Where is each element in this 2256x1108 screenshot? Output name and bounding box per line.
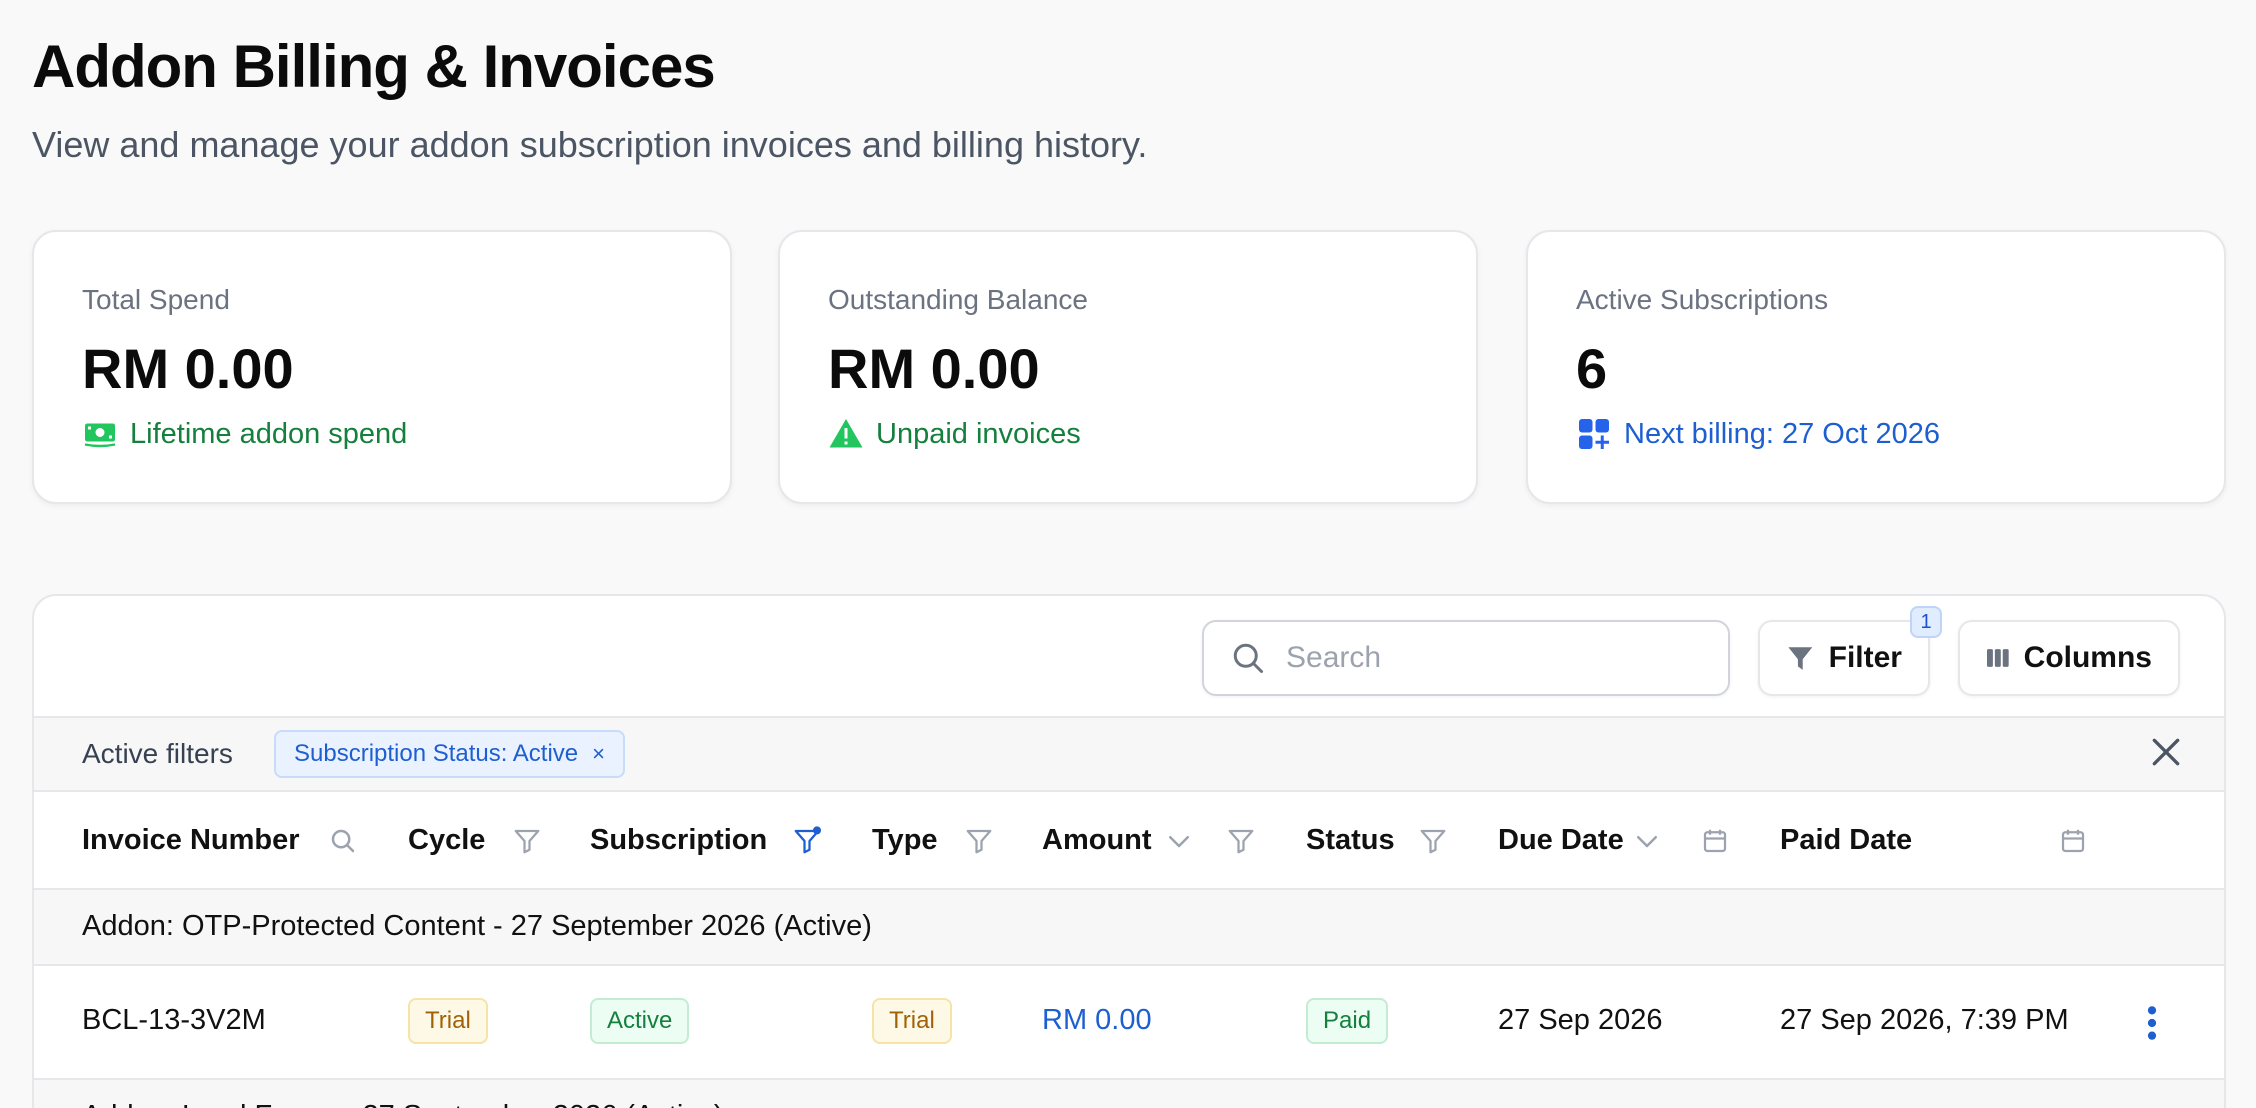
column-due-date[interactable]: Due Date	[1498, 824, 1624, 857]
filter-icon[interactable]	[1418, 826, 1448, 856]
card-footnote-text: Unpaid invoices	[876, 417, 1081, 450]
search-icon	[1233, 643, 1263, 673]
table-header: Invoice Number Cycle Subscription Type A…	[34, 792, 2224, 890]
chevron-down-icon[interactable]	[1164, 826, 1194, 856]
column-amount[interactable]: Amount	[1042, 824, 1152, 857]
columns-button-label: Columns	[2023, 641, 2152, 674]
card-footnote: Next billing: 27 Oct 2026	[1576, 416, 1940, 452]
filter-chip-remove-icon[interactable]: ×	[592, 741, 605, 767]
invoices-table-panel: Filter 1 Columns Active filters Subscrip…	[32, 594, 2226, 1108]
card-active-subscriptions: Active Subscriptions 6 Next billing: 27 …	[1526, 230, 2226, 504]
group-header-row[interactable]: Addon: OTP-Protected Content - 27 Septem…	[34, 890, 2224, 966]
card-value: 6	[1576, 337, 1608, 400]
filter-count-badge: 1	[1910, 606, 1942, 638]
page-subtitle: View and manage your addon subscription …	[32, 124, 1148, 165]
search-box[interactable]	[1202, 620, 1730, 696]
cycle-badge: Trial	[408, 998, 488, 1044]
clear-filters-icon[interactable]	[2146, 732, 2186, 772]
card-label: Total Spend	[82, 284, 230, 315]
card-total-spend: Total Spend RM 0.00 Lifetime addon spend	[32, 230, 732, 504]
card-footnote: Unpaid invoices	[828, 416, 1081, 452]
search-input[interactable]	[1286, 641, 1706, 675]
filter-active-icon[interactable]	[792, 826, 822, 856]
funnel-icon	[1788, 647, 1813, 670]
card-value: RM 0.00	[828, 337, 1040, 400]
subscription-status-badge: Active	[590, 998, 690, 1044]
column-paid-date[interactable]: Paid Date	[1780, 824, 1912, 857]
filter-icon[interactable]	[964, 826, 994, 856]
group-header-row[interactable]: Addon: Lead Forms - 27 September 2026 (A…	[34, 1080, 2224, 1108]
active-filters-bar: Active filters Subscription Status: Acti…	[34, 718, 2224, 792]
filter-button-label: Filter	[1828, 641, 1902, 674]
card-footnote-text: Next billing: 27 Oct 2026	[1624, 417, 1940, 450]
calendar-icon[interactable]	[1700, 826, 1730, 856]
column-subscription[interactable]: Subscription	[590, 824, 767, 857]
column-type[interactable]: Type	[872, 824, 938, 857]
active-filters-label: Active filters	[82, 738, 233, 769]
column-cycle[interactable]: Cycle	[408, 824, 485, 857]
payment-status-badge: Paid	[1306, 998, 1389, 1044]
filter-icon[interactable]	[512, 826, 542, 856]
card-footnote: Lifetime addon spend	[82, 416, 407, 452]
invoice-number-cell: BCL-13-3V2M	[82, 1004, 266, 1036]
group-title: Addon: OTP-Protected Content - 27 Septem…	[82, 910, 872, 942]
filter-chip[interactable]: Subscription Status: Active ×	[274, 730, 626, 778]
page-title: Addon Billing & Invoices	[32, 33, 716, 100]
card-outstanding-balance: Outstanding Balance RM 0.00 Unpaid invoi…	[778, 230, 1478, 504]
type-badge: Trial	[872, 998, 952, 1044]
amount-link[interactable]: RM 0.00	[1042, 1004, 1152, 1037]
filter-button[interactable]: Filter	[1758, 620, 1930, 696]
card-label: Active Subscriptions	[1576, 284, 1829, 315]
apps-add-icon	[1579, 419, 1609, 449]
search-icon[interactable]	[328, 826, 358, 856]
due-date-cell: 27 Sep 2026	[1498, 1004, 1663, 1036]
column-status[interactable]: Status	[1306, 824, 1395, 857]
money-icon	[84, 423, 116, 448]
paid-date-cell: 27 Sep 2026, 7:39 PM	[1780, 1004, 2069, 1036]
more-options-icon[interactable]	[2142, 1004, 2162, 1042]
columns-icon	[1986, 649, 2009, 667]
filter-chip-label: Subscription Status: Active	[294, 740, 579, 767]
table-row[interactable]: BCL-13-3V2M Trial Active Trial RM 0.00 P…	[34, 966, 2224, 1080]
summary-cards: Total Spend RM 0.00 Lifetime addon spend…	[32, 230, 2226, 504]
warning-icon	[829, 419, 863, 448]
card-footnote-text: Lifetime addon spend	[130, 417, 408, 450]
calendar-icon[interactable]	[2058, 826, 2088, 856]
group-title: Addon: Lead Forms - 27 September 2026 (A…	[82, 1100, 724, 1108]
card-value: RM 0.00	[82, 337, 294, 400]
chevron-down-icon[interactable]	[1632, 826, 1662, 856]
table-toolbar: Filter 1 Columns	[34, 596, 2224, 718]
column-invoice-number[interactable]: Invoice Number	[82, 824, 300, 857]
card-label: Outstanding Balance	[828, 284, 1088, 315]
columns-button[interactable]: Columns	[1958, 620, 2180, 696]
filter-icon[interactable]	[1226, 826, 1256, 856]
